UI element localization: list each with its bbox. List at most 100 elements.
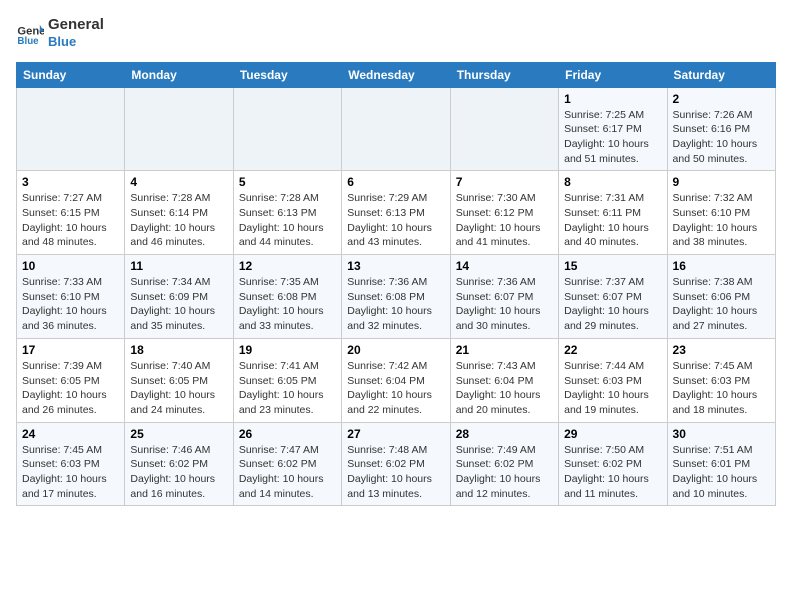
day-cell <box>342 87 450 171</box>
day-number: 27 <box>347 427 444 441</box>
day-cell: 5 Sunrise: 7:28 AM Sunset: 6:13 PM Daylig… <box>233 171 341 255</box>
day-number: 30 <box>673 427 770 441</box>
day-cell <box>450 87 558 171</box>
logo: General Blue General Blue <box>16 16 104 50</box>
day-info: Sunrise: 7:33 AM Sunset: 6:10 PM Dayligh… <box>22 275 119 334</box>
day-number: 8 <box>564 175 661 189</box>
day-info: Sunrise: 7:43 AM Sunset: 6:04 PM Dayligh… <box>456 359 553 418</box>
day-info: Sunrise: 7:26 AM Sunset: 6:16 PM Dayligh… <box>673 108 770 167</box>
day-number: 11 <box>130 259 227 273</box>
day-number: 19 <box>239 343 336 357</box>
day-number: 9 <box>673 175 770 189</box>
day-cell: 21 Sunrise: 7:43 AM Sunset: 6:04 PM Dayli… <box>450 338 558 422</box>
header-cell-wednesday: Wednesday <box>342 62 450 87</box>
header-cell-saturday: Saturday <box>667 62 775 87</box>
day-cell: 22Sunrise: 7:44 AM Sunset: 6:03 PM Dayli… <box>559 338 667 422</box>
day-cell: 27 Sunrise: 7:48 AM Sunset: 6:02 PM Dayli… <box>342 422 450 506</box>
day-number: 12 <box>239 259 336 273</box>
day-cell: 11 Sunrise: 7:34 AM Sunset: 6:09 PM Dayli… <box>125 255 233 339</box>
day-info: Sunrise: 7:51 AM Sunset: 6:01 PM Dayligh… <box>673 443 770 502</box>
day-cell: 18Sunrise: 7:40 AM Sunset: 6:05 PM Dayli… <box>125 338 233 422</box>
day-cell: 3Sunrise: 7:27 AM Sunset: 6:15 PM Daylig… <box>17 171 125 255</box>
day-cell: 23Sunrise: 7:45 AM Sunset: 6:03 PM Dayli… <box>667 338 775 422</box>
day-info: Sunrise: 7:32 AM Sunset: 6:10 PM Dayligh… <box>673 191 770 250</box>
day-number: 4 <box>130 175 227 189</box>
day-info: Sunrise: 7:41 AM Sunset: 6:05 PM Dayligh… <box>239 359 336 418</box>
day-number: 15 <box>564 259 661 273</box>
day-cell: 13 Sunrise: 7:36 AM Sunset: 6:08 PM Dayli… <box>342 255 450 339</box>
day-cell: 19 Sunrise: 7:41 AM Sunset: 6:05 PM Dayli… <box>233 338 341 422</box>
week-row-5: 24 Sunrise: 7:45 AM Sunset: 6:03 PM Dayli… <box>17 422 776 506</box>
day-cell: 16 Sunrise: 7:38 AM Sunset: 6:06 PM Dayli… <box>667 255 775 339</box>
day-cell: 30 Sunrise: 7:51 AM Sunset: 6:01 PM Dayli… <box>667 422 775 506</box>
day-info: Sunrise: 7:42 AM Sunset: 6:04 PM Dayligh… <box>347 359 444 418</box>
day-info: Sunrise: 7:45 AM Sunset: 6:03 PM Dayligh… <box>22 443 119 502</box>
day-number: 28 <box>456 427 553 441</box>
day-cell: 15Sunrise: 7:37 AM Sunset: 6:07 PM Dayli… <box>559 255 667 339</box>
week-row-2: 3Sunrise: 7:27 AM Sunset: 6:15 PM Daylig… <box>17 171 776 255</box>
day-cell: 7 Sunrise: 7:30 AM Sunset: 6:12 PM Daylig… <box>450 171 558 255</box>
day-number: 17 <box>22 343 119 357</box>
header-cell-tuesday: Tuesday <box>233 62 341 87</box>
week-row-3: 10 Sunrise: 7:33 AM Sunset: 6:10 PM Dayli… <box>17 255 776 339</box>
day-number: 16 <box>673 259 770 273</box>
day-cell: 17 Sunrise: 7:39 AM Sunset: 6:05 PM Dayli… <box>17 338 125 422</box>
header-cell-friday: Friday <box>559 62 667 87</box>
day-number: 1 <box>564 92 661 106</box>
day-cell: 10 Sunrise: 7:33 AM Sunset: 6:10 PM Dayli… <box>17 255 125 339</box>
day-info: Sunrise: 7:50 AM Sunset: 6:02 PM Dayligh… <box>564 443 661 502</box>
day-cell: 1 Sunrise: 7:25 AM Sunset: 6:17 PM Daylig… <box>559 87 667 171</box>
day-info: Sunrise: 7:30 AM Sunset: 6:12 PM Dayligh… <box>456 191 553 250</box>
calendar-body: 1 Sunrise: 7:25 AM Sunset: 6:17 PM Daylig… <box>17 87 776 506</box>
logo-text-general: General <box>48 16 104 34</box>
day-info: Sunrise: 7:44 AM Sunset: 6:03 PM Dayligh… <box>564 359 661 418</box>
day-number: 25 <box>130 427 227 441</box>
day-info: Sunrise: 7:28 AM Sunset: 6:13 PM Dayligh… <box>239 191 336 250</box>
day-number: 5 <box>239 175 336 189</box>
day-cell: 6Sunrise: 7:29 AM Sunset: 6:13 PM Daylig… <box>342 171 450 255</box>
day-number: 13 <box>347 259 444 273</box>
day-number: 29 <box>564 427 661 441</box>
day-number: 10 <box>22 259 119 273</box>
day-info: Sunrise: 7:38 AM Sunset: 6:06 PM Dayligh… <box>673 275 770 334</box>
header-cell-sunday: Sunday <box>17 62 125 87</box>
day-cell: 14 Sunrise: 7:36 AM Sunset: 6:07 PM Dayli… <box>450 255 558 339</box>
week-row-4: 17 Sunrise: 7:39 AM Sunset: 6:05 PM Dayli… <box>17 338 776 422</box>
day-number: 24 <box>22 427 119 441</box>
day-number: 14 <box>456 259 553 273</box>
day-info: Sunrise: 7:36 AM Sunset: 6:07 PM Dayligh… <box>456 275 553 334</box>
day-info: Sunrise: 7:27 AM Sunset: 6:15 PM Dayligh… <box>22 191 119 250</box>
day-cell: 25Sunrise: 7:46 AM Sunset: 6:02 PM Dayli… <box>125 422 233 506</box>
day-cell: 26 Sunrise: 7:47 AM Sunset: 6:02 PM Dayli… <box>233 422 341 506</box>
day-info: Sunrise: 7:47 AM Sunset: 6:02 PM Dayligh… <box>239 443 336 502</box>
day-number: 7 <box>456 175 553 189</box>
week-row-1: 1 Sunrise: 7:25 AM Sunset: 6:17 PM Daylig… <box>17 87 776 171</box>
day-info: Sunrise: 7:25 AM Sunset: 6:17 PM Dayligh… <box>564 108 661 167</box>
day-cell: 24 Sunrise: 7:45 AM Sunset: 6:03 PM Dayli… <box>17 422 125 506</box>
day-number: 21 <box>456 343 553 357</box>
day-cell: 28 Sunrise: 7:49 AM Sunset: 6:02 PM Dayli… <box>450 422 558 506</box>
svg-text:Blue: Blue <box>17 36 39 47</box>
day-info: Sunrise: 7:49 AM Sunset: 6:02 PM Dayligh… <box>456 443 553 502</box>
page-header: General Blue General Blue <box>16 16 776 50</box>
day-number: 2 <box>673 92 770 106</box>
day-number: 18 <box>130 343 227 357</box>
day-info: Sunrise: 7:45 AM Sunset: 6:03 PM Dayligh… <box>673 359 770 418</box>
day-cell: 29 Sunrise: 7:50 AM Sunset: 6:02 PM Dayli… <box>559 422 667 506</box>
day-info: Sunrise: 7:36 AM Sunset: 6:08 PM Dayligh… <box>347 275 444 334</box>
day-cell <box>125 87 233 171</box>
day-cell: 4Sunrise: 7:28 AM Sunset: 6:14 PM Daylig… <box>125 171 233 255</box>
day-info: Sunrise: 7:29 AM Sunset: 6:13 PM Dayligh… <box>347 191 444 250</box>
day-cell: 12Sunrise: 7:35 AM Sunset: 6:08 PM Dayli… <box>233 255 341 339</box>
day-info: Sunrise: 7:31 AM Sunset: 6:11 PM Dayligh… <box>564 191 661 250</box>
day-info: Sunrise: 7:34 AM Sunset: 6:09 PM Dayligh… <box>130 275 227 334</box>
day-info: Sunrise: 7:48 AM Sunset: 6:02 PM Dayligh… <box>347 443 444 502</box>
day-number: 26 <box>239 427 336 441</box>
day-info: Sunrise: 7:39 AM Sunset: 6:05 PM Dayligh… <box>22 359 119 418</box>
day-cell: 20Sunrise: 7:42 AM Sunset: 6:04 PM Dayli… <box>342 338 450 422</box>
day-cell: 2 Sunrise: 7:26 AM Sunset: 6:16 PM Daylig… <box>667 87 775 171</box>
logo-icon: General Blue <box>16 19 44 47</box>
header-row: SundayMondayTuesdayWednesdayThursdayFrid… <box>17 62 776 87</box>
logo-text-blue: Blue <box>48 34 104 50</box>
header-cell-monday: Monday <box>125 62 233 87</box>
